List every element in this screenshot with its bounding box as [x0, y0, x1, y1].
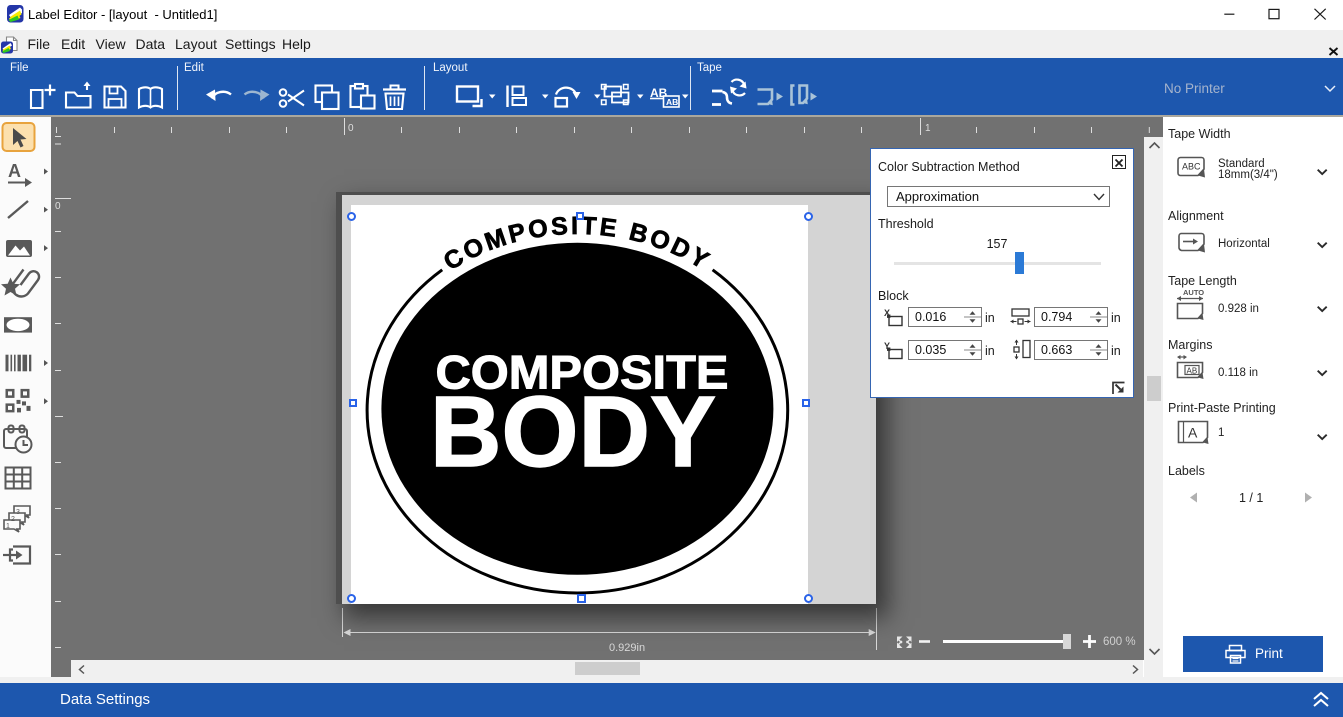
svg-text:2: 2	[11, 516, 15, 523]
svg-text:0.929in: 0.929in	[609, 642, 645, 654]
svg-text:AUTO: AUTO	[1183, 288, 1204, 297]
svg-text:A: A	[1188, 425, 1198, 441]
svg-text:AB: AB	[1187, 367, 1198, 376]
svg-text:AB: AB	[666, 97, 678, 107]
svg-text:0: 0	[55, 201, 61, 212]
svg-text:600 %: 600 %	[1103, 636, 1136, 648]
svg-text:A: A	[8, 161, 21, 181]
svg-text:1: 1	[925, 123, 931, 134]
svg-text:BODY: BODY	[430, 376, 716, 488]
svg-text:ABC: ABC	[1182, 162, 1201, 172]
svg-text:3: 3	[16, 509, 20, 516]
svg-text:1: 1	[6, 523, 10, 530]
svg-text:0: 0	[348, 123, 354, 134]
